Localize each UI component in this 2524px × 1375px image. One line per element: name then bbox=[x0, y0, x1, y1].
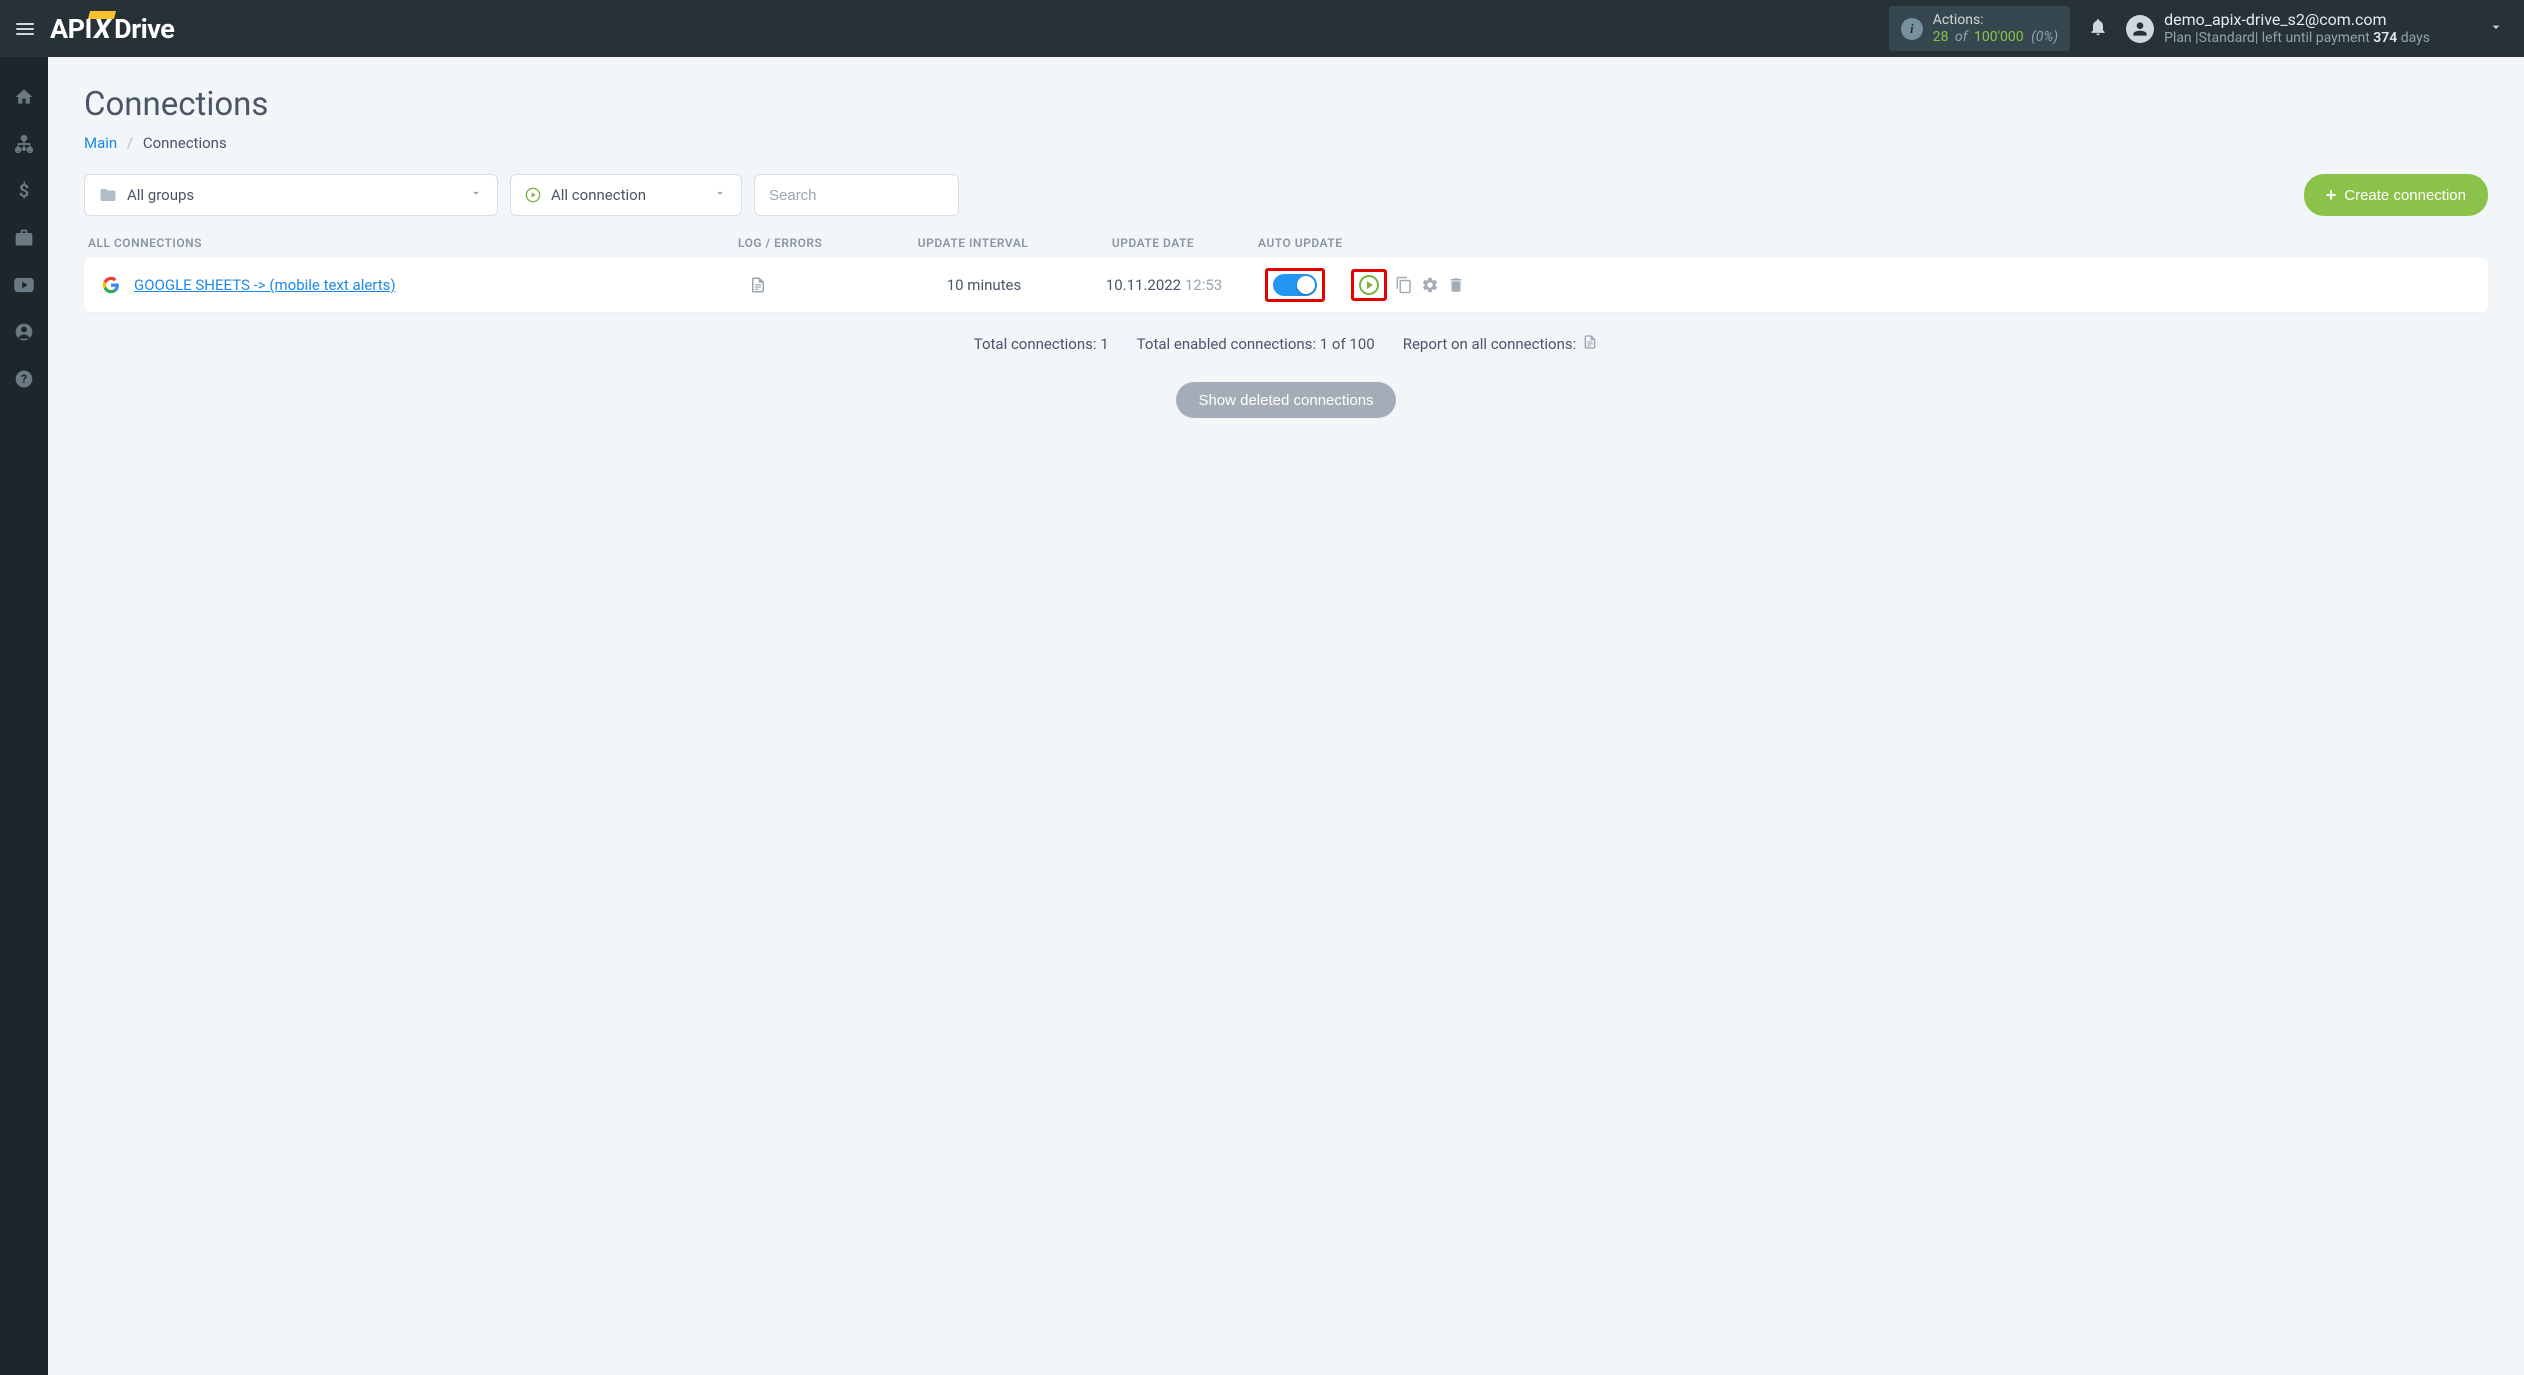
header: API X Drive i Actions: 28 of 100'000 (0%… bbox=[0, 0, 2524, 57]
sidebar-item-profile[interactable] bbox=[0, 320, 48, 344]
main-content: Connections Main / Connections All group… bbox=[48, 57, 2524, 1375]
highlight-toggle bbox=[1265, 268, 1325, 302]
summary-row: Total connections: 1 Total enabled conne… bbox=[84, 334, 2488, 354]
sidebar-item-connections[interactable] bbox=[0, 132, 48, 156]
menu-button[interactable] bbox=[10, 14, 40, 44]
avatar-icon bbox=[2126, 15, 2154, 43]
connection-name[interactable]: GOOGLE SHEETS -> (mobile text alerts) bbox=[134, 276, 749, 294]
sidebar-item-home[interactable] bbox=[0, 85, 48, 109]
copy-icon[interactable] bbox=[1395, 276, 1413, 294]
user-email: demo_apix-drive_s2@com.com bbox=[2164, 10, 2430, 30]
actions-counter[interactable]: i Actions: 28 of 100'000 (0%) bbox=[1889, 6, 2070, 52]
logo-x: X bbox=[92, 13, 112, 45]
settings-icon[interactable] bbox=[1421, 276, 1439, 294]
connection-row[interactable]: GOOGLE SHEETS -> (mobile text alerts) 10… bbox=[84, 258, 2488, 312]
sidebar-item-briefcase[interactable] bbox=[0, 226, 48, 250]
table-header: ALL CONNECTIONS LOG / ERRORS UPDATE INTE… bbox=[84, 236, 2488, 258]
filter-connection-label: All connection bbox=[551, 186, 646, 204]
google-icon bbox=[102, 276, 120, 294]
create-connection-button[interactable]: + Create connection bbox=[2304, 174, 2488, 216]
notifications-icon[interactable] bbox=[2088, 17, 2108, 41]
chevron-down-icon bbox=[713, 186, 727, 204]
page-title: Connections bbox=[84, 85, 2488, 124]
report-all: Report on all connections: bbox=[1403, 334, 1599, 354]
filter-groups-label: All groups bbox=[127, 186, 194, 204]
user-menu[interactable]: demo_apix-drive_s2@com.com Plan |Standar… bbox=[2126, 10, 2430, 48]
plus-icon: + bbox=[2326, 185, 2337, 206]
actions-count: 28 bbox=[1933, 29, 1949, 45]
logo-api: API bbox=[50, 13, 92, 45]
th-all-connections: ALL CONNECTIONS bbox=[88, 236, 738, 250]
chevron-down-icon[interactable] bbox=[2488, 19, 2504, 39]
sidebar-item-help[interactable]: ? bbox=[0, 367, 48, 391]
sidebar-item-youtube[interactable] bbox=[0, 273, 48, 297]
folder-icon bbox=[99, 186, 117, 204]
run-button[interactable] bbox=[1359, 275, 1379, 295]
update-interval: 10 minutes bbox=[899, 276, 1069, 294]
delete-icon[interactable] bbox=[1447, 276, 1465, 294]
logo-drive: Drive bbox=[114, 13, 174, 45]
sidebar: $ ? bbox=[0, 57, 48, 1375]
actions-label: Actions: bbox=[1933, 12, 2058, 29]
th-auto: AUTO UPDATE bbox=[1248, 236, 2484, 250]
show-deleted-button[interactable]: Show deleted connections bbox=[1176, 382, 1395, 418]
breadcrumb: Main / Connections bbox=[84, 134, 2488, 152]
highlight-play bbox=[1351, 269, 1387, 301]
actions-pct: (0%) bbox=[2031, 29, 2058, 45]
sidebar-item-billing[interactable]: $ bbox=[0, 179, 48, 203]
filter-groups[interactable]: All groups bbox=[84, 174, 498, 216]
actions-total: 100'000 bbox=[1974, 29, 2024, 45]
filter-connection-status[interactable]: All connection bbox=[510, 174, 742, 216]
document-icon[interactable] bbox=[1582, 334, 1598, 354]
th-interval: UPDATE INTERVAL bbox=[888, 236, 1058, 250]
auto-update-toggle[interactable] bbox=[1273, 274, 1317, 296]
th-log: LOG / ERRORS bbox=[738, 236, 888, 250]
actions-of: of bbox=[1955, 29, 1967, 45]
svg-text:$: $ bbox=[19, 181, 29, 201]
update-date: 10.11.2022 12:53 bbox=[1069, 276, 1259, 294]
total-enabled: Total enabled connections: 1 of 100 bbox=[1137, 335, 1375, 353]
chevron-down-icon bbox=[469, 186, 483, 204]
info-icon: i bbox=[1901, 18, 1923, 40]
log-button[interactable] bbox=[749, 276, 899, 294]
play-icon bbox=[525, 187, 541, 203]
th-date: UPDATE DATE bbox=[1058, 236, 1248, 250]
user-plan-line: Plan |Standard| left until payment 374 d… bbox=[2164, 30, 2430, 48]
breadcrumb-main[interactable]: Main bbox=[84, 134, 117, 152]
svg-text:?: ? bbox=[21, 372, 27, 386]
total-connections: Total connections: 1 bbox=[974, 335, 1109, 353]
breadcrumb-current: Connections bbox=[143, 134, 227, 152]
logo[interactable]: API X Drive bbox=[50, 13, 174, 45]
create-connection-label: Create connection bbox=[2344, 187, 2466, 204]
search-input[interactable] bbox=[754, 174, 959, 216]
